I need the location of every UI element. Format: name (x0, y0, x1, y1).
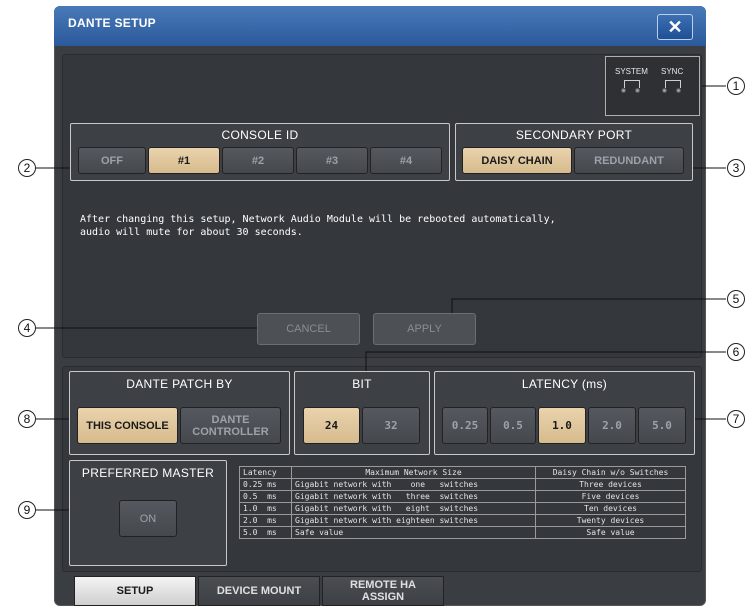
callout-5: 5 (727, 290, 745, 308)
callout-2: 2 (18, 159, 36, 177)
callout-1: 1 (727, 77, 745, 95)
callout-6: 6 (727, 343, 745, 361)
callout-leaders (36, 85, 726, 511)
callout-3: 3 (727, 159, 745, 177)
callout-8: 8 (18, 410, 36, 428)
callout-7: 7 (727, 410, 745, 428)
callout-4: 4 (18, 319, 36, 337)
callout-9: 9 (18, 501, 36, 519)
